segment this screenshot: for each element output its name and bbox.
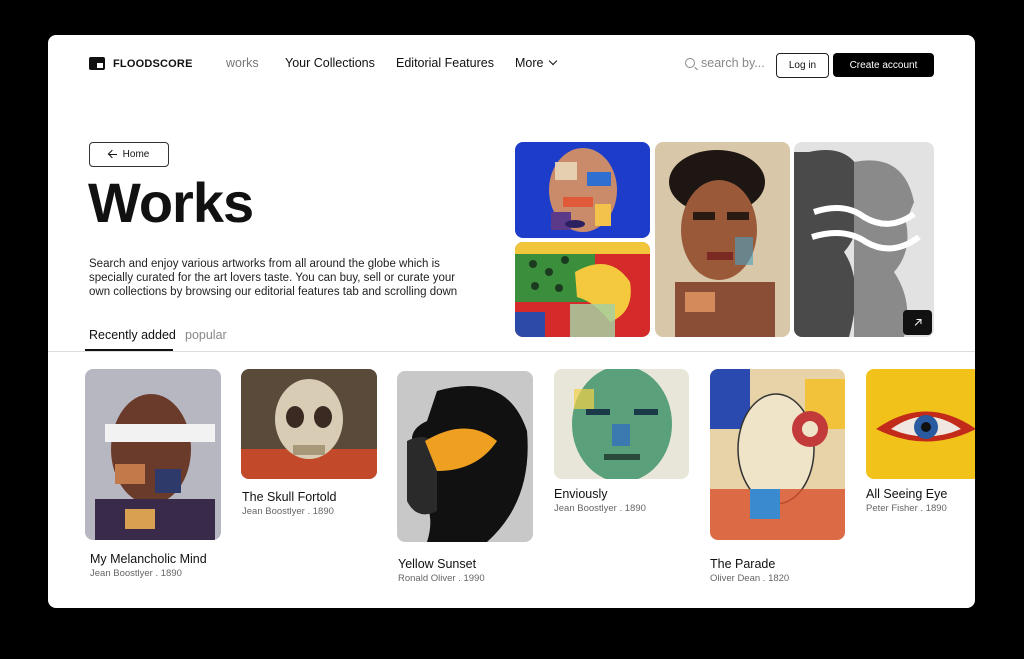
artwork-meta: Jean Boostlyer . 1890 [242,506,334,517]
hero-image-blue-portrait[interactable] [515,142,650,238]
nav-more-label: More [515,56,544,70]
chevron-down-icon [549,56,558,66]
hero-art [794,142,934,337]
artwork-meta: Oliver Dean . 1820 [710,573,790,584]
tab-recently-added[interactable]: Recently added [89,328,176,342]
artwork-art [85,369,221,540]
artwork-art [397,371,533,542]
home-label: Home [122,149,150,160]
page-description: Search and enjoy various artworks from a… [89,258,458,298]
artwork-art [866,369,975,479]
logo-icon [89,57,105,70]
app-window: FLOODSCORE works Your Collections Editor… [48,35,975,608]
page-title: Works [88,171,254,234]
artwork-title[interactable]: Enviously [554,487,608,501]
login-button[interactable]: Log in [776,53,829,78]
search-input[interactable]: search by... [685,56,765,70]
arrow-left-icon [108,153,117,156]
artwork-meta: Jean Boostlyer . 1890 [554,503,646,514]
artwork-meta: Ronald Oliver . 1990 [398,573,485,584]
hero-art [515,242,650,337]
nav-editorial-features[interactable]: Editorial Features [396,56,494,70]
artwork-meta: Jean Boostlyer . 1890 [90,568,182,579]
tab-popular[interactable]: popular [185,328,227,342]
brand-name: FLOODSCORE [113,57,193,70]
artwork-title[interactable]: Yellow Sunset [398,557,476,571]
nav-works[interactable]: works [226,56,259,70]
hero-art [655,142,790,337]
artwork-art [554,369,689,479]
arrow-up-right-icon [914,319,921,326]
artwork-title[interactable]: All Seeing Eye [866,487,947,501]
artwork-image[interactable] [241,369,377,479]
hero-image-man-portrait[interactable] [655,142,790,337]
nav-more[interactable]: More [515,56,558,70]
artwork-image[interactable] [710,369,845,540]
brand-logo[interactable]: FLOODSCORE [89,57,193,70]
artwork-meta: Peter Fisher . 1890 [866,503,947,514]
search-placeholder: search by... [701,56,765,70]
artwork-image[interactable] [85,369,221,540]
artwork-title[interactable]: The Parade [710,557,775,571]
artwork-image[interactable] [866,369,975,479]
artwork-image[interactable] [554,369,689,479]
search-icon [685,58,695,68]
hero-image-cat-painting[interactable] [515,242,650,337]
hero-image-bw-profiles[interactable] [794,142,934,337]
artwork-art [710,369,845,540]
artwork-title[interactable]: My Melancholic Mind [90,552,207,566]
nav-your-collections[interactable]: Your Collections [285,56,375,70]
hero-art [515,142,650,238]
create-account-button[interactable]: Create account [833,53,934,77]
expand-button[interactable] [903,310,932,335]
artwork-art [241,369,377,479]
tabs-divider [48,351,975,352]
artwork-image[interactable] [397,371,533,542]
artwork-title[interactable]: The Skull Fortold [242,490,336,504]
home-button[interactable]: Home [89,142,169,167]
